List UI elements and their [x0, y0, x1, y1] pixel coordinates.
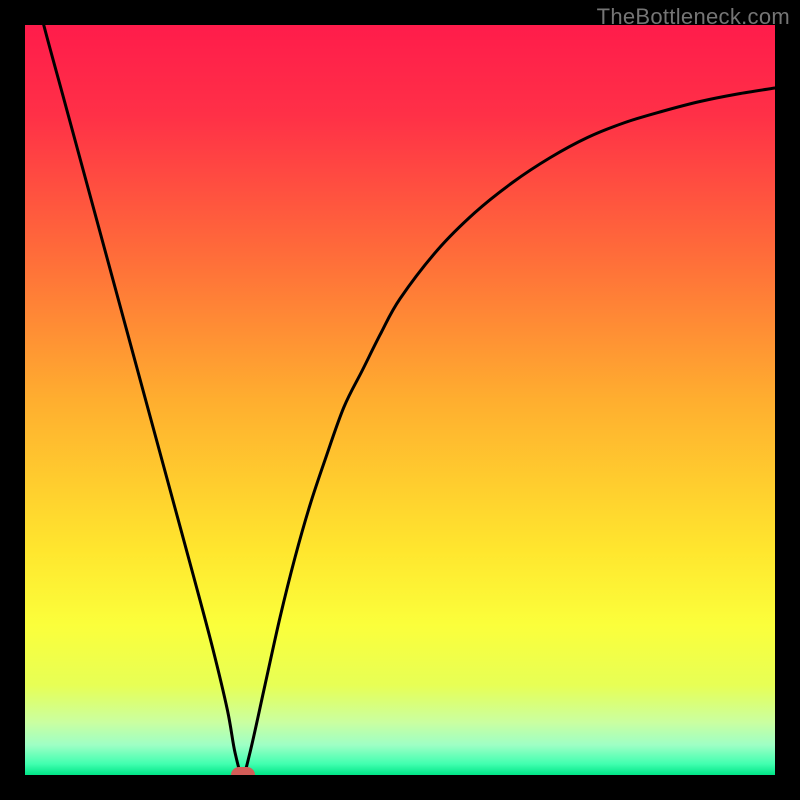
watermark-text: TheBottleneck.com	[597, 4, 790, 30]
plot-svg	[25, 25, 775, 775]
gradient-background	[25, 25, 775, 775]
plot-area	[25, 25, 775, 775]
chart-frame: TheBottleneck.com	[0, 0, 800, 800]
optimal-point-marker	[231, 767, 255, 775]
